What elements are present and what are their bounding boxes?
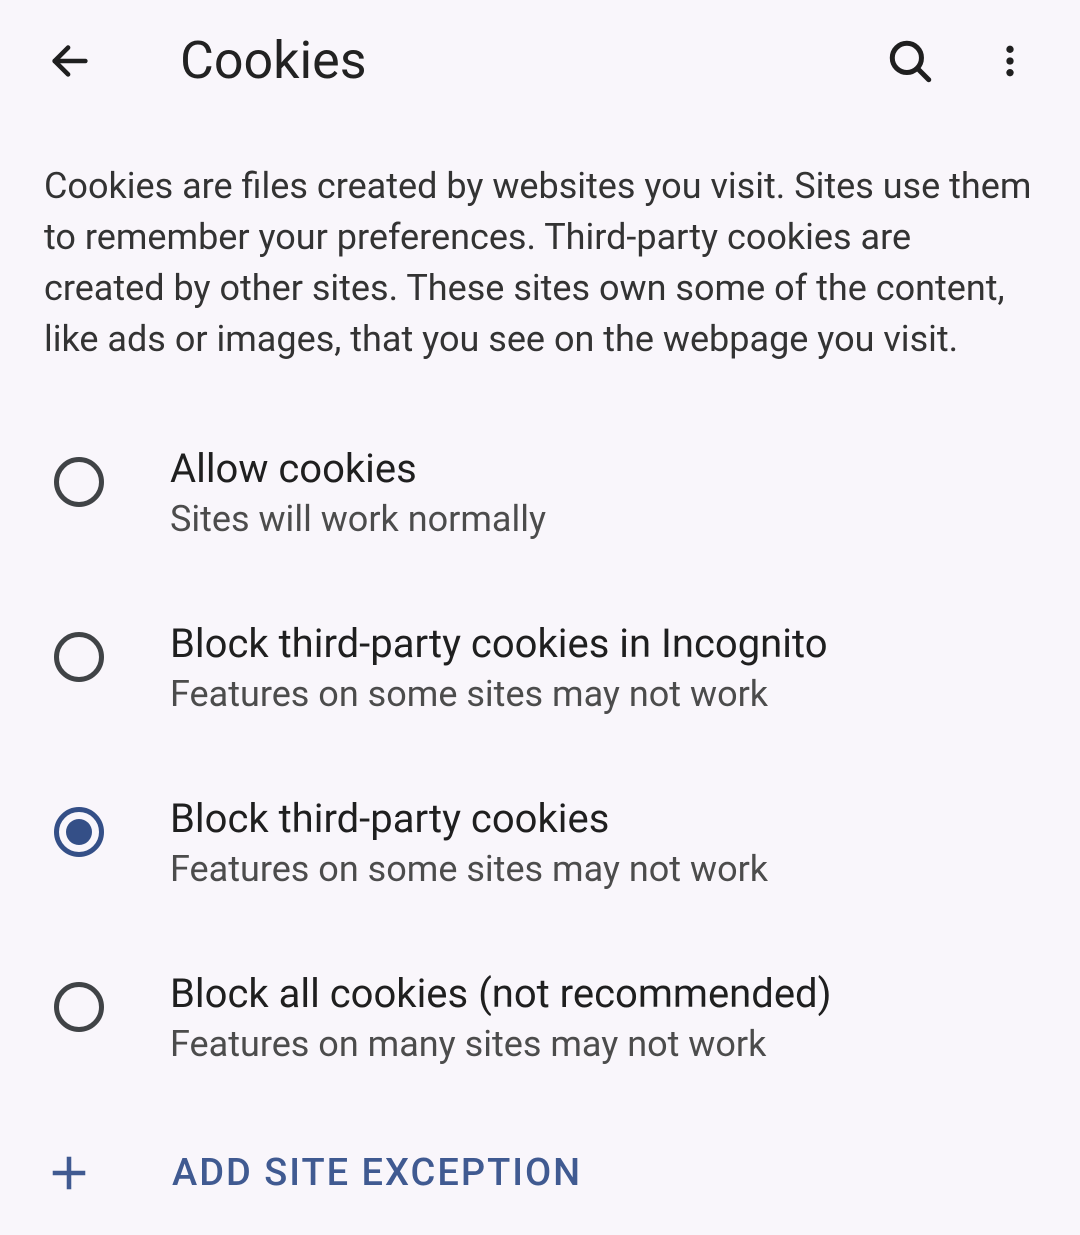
option-subtitle: Features on some sites may not work — [170, 673, 828, 715]
radio-icon — [54, 982, 104, 1032]
option-title: Allow cookies — [170, 445, 546, 492]
option-subtitle: Features on many sites may not work — [170, 1023, 832, 1065]
search-icon — [885, 36, 935, 86]
option-block-all[interactable]: Block all cookies (not recommended) Feat… — [0, 930, 1080, 1105]
option-title: Block third-party cookies in Incognito — [170, 620, 828, 667]
more-vertical-icon — [990, 41, 1030, 81]
overflow-menu-button[interactable] — [980, 31, 1040, 91]
arrow-left-icon — [47, 38, 93, 84]
option-allow-cookies[interactable]: Allow cookies Sites will work normally — [0, 405, 1080, 580]
option-subtitle: Features on some sites may not work — [170, 848, 768, 890]
radio-icon — [54, 457, 104, 507]
option-subtitle: Sites will work normally — [170, 498, 546, 540]
option-title: Block all cookies (not recommended) — [170, 970, 832, 1017]
plus-icon — [48, 1152, 90, 1194]
option-title: Block third-party cookies — [170, 795, 768, 842]
description-text: Cookies are files created by websites yo… — [0, 121, 1080, 405]
radio-icon — [54, 807, 104, 857]
radio-icon — [54, 632, 104, 682]
option-block-third-party[interactable]: Block third-party cookies Features on so… — [0, 755, 1080, 930]
add-site-exception-button[interactable]: ADD SITE EXCEPTION — [0, 1105, 1080, 1235]
app-bar: Cookies — [0, 0, 1080, 121]
option-block-third-party-incognito[interactable]: Block third-party cookies in Incognito F… — [0, 580, 1080, 755]
cookie-options-list: Allow cookies Sites will work normally B… — [0, 405, 1080, 1105]
search-button[interactable] — [880, 31, 940, 91]
back-button[interactable] — [40, 31, 100, 91]
page-title: Cookies — [180, 30, 840, 91]
add-site-exception-label: ADD SITE EXCEPTION — [172, 1151, 582, 1195]
